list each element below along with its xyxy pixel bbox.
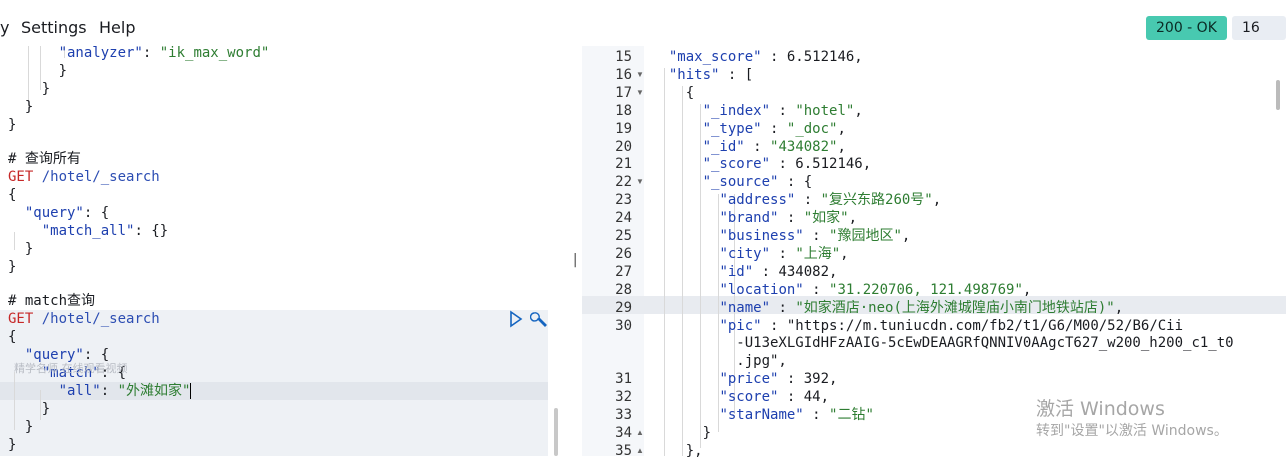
code-line: } bbox=[8, 437, 17, 453]
line-number bbox=[586, 352, 632, 370]
response-line: "pic" : "https://m.tuniucdn.com/fb2/t1/G… bbox=[719, 317, 1184, 334]
code-line: { bbox=[8, 187, 17, 203]
response-line: "name" : "如家酒店·neo(上海外滩城隍庙小南门地铁站店)", bbox=[719, 299, 1124, 316]
line-number: 17 bbox=[615, 84, 632, 101]
line-number: 29 bbox=[615, 299, 632, 316]
response-line: { bbox=[652, 84, 695, 101]
request-line: GET /hotel/_search bbox=[8, 169, 160, 185]
code-line: } bbox=[8, 259, 17, 275]
fold-arrow-down-icon[interactable]: ▼ bbox=[636, 66, 644, 84]
code-line: "analyzer": "ik_max_word" bbox=[58, 46, 270, 61]
response-line: .jpg", bbox=[652, 353, 787, 370]
response-line: -U13eXLGIdHFzAAIG-5cEwDEAAGRfQNNIV0AAgcT… bbox=[652, 335, 1234, 352]
line-number: 23 bbox=[615, 192, 632, 209]
top-toolbar: y Settings Help 200 - OK 16 ms bbox=[0, 0, 1286, 60]
response-line: "location" : "31.220706, 121.498769", bbox=[719, 281, 1032, 298]
response-line: "id" : 434082, bbox=[719, 263, 838, 280]
response-line: } bbox=[652, 424, 712, 441]
line-number: 32 bbox=[615, 389, 632, 406]
request-line: GET /hotel/_search bbox=[8, 311, 160, 327]
line-number: 27 bbox=[615, 263, 632, 280]
line-number: 24 bbox=[615, 210, 632, 227]
request-editor[interactable]: "analyzer": "ik_max_word" } } } } # 查询所有… bbox=[0, 46, 565, 456]
fold-arrow-down-icon[interactable]: ▼ bbox=[636, 84, 644, 102]
line-number: 34 bbox=[615, 424, 632, 441]
fold-arrow-up-icon[interactable]: ▲ bbox=[636, 424, 644, 442]
response-line: "_source" : { bbox=[702, 174, 813, 191]
response-line: }, bbox=[652, 442, 703, 459]
line-number: 31 bbox=[615, 371, 632, 388]
response-line: "_id" : "434082", bbox=[702, 138, 846, 155]
fold-arrow-up-icon[interactable]: ▲ bbox=[636, 442, 644, 460]
fold-arrow-down-icon[interactable]: ▼ bbox=[636, 173, 644, 191]
response-line: "price" : 392, bbox=[719, 371, 838, 388]
line-number: 20 bbox=[615, 138, 632, 155]
line-number: 16 bbox=[615, 66, 632, 83]
code-line: { bbox=[8, 329, 17, 345]
line-number: 35 bbox=[615, 442, 632, 459]
run-request-icon[interactable] bbox=[508, 310, 524, 328]
menu-view[interactable]: y bbox=[0, 18, 9, 37]
response-line: "starName" : "二钻" bbox=[719, 407, 874, 423]
response-line: "_type" : "_doc", bbox=[702, 120, 846, 137]
response-line: "_index" : "hotel", bbox=[702, 102, 863, 119]
code-line: } bbox=[8, 401, 51, 417]
response-line: "score" : 44, bbox=[719, 389, 830, 406]
menu-help[interactable]: Help bbox=[99, 18, 135, 37]
comment-line: # 查询所有 bbox=[8, 151, 81, 167]
line-number: 21 bbox=[615, 156, 632, 173]
wrench-icon[interactable] bbox=[529, 310, 548, 328]
windows-activation-title: 激活 Windows bbox=[1036, 398, 1165, 420]
editor-scrollbar[interactable] bbox=[554, 408, 558, 456]
line-number: 15 bbox=[615, 49, 632, 65]
response-line: "city" : "上海", bbox=[719, 245, 849, 262]
video-watermark: 精学名师 在线观看视频 bbox=[14, 362, 128, 375]
line-number: 28 bbox=[615, 281, 632, 298]
status-badge: 200 - OK bbox=[1146, 16, 1227, 40]
comment-line: # match查询 bbox=[8, 293, 96, 309]
response-line: "address" : "复兴东路260号", bbox=[719, 192, 942, 209]
response-line: "brand" : "如家", bbox=[719, 210, 858, 227]
code-line: "match_all": {} bbox=[41, 223, 169, 239]
code-line: } bbox=[8, 99, 34, 115]
response-line: "max_score" : 6.512146, bbox=[668, 49, 863, 65]
response-line: "business" : "豫园地区", bbox=[719, 228, 911, 244]
line-number: 26 bbox=[615, 245, 632, 262]
line-number: 30 bbox=[615, 317, 632, 334]
code-line: } bbox=[8, 81, 51, 97]
code-line: } bbox=[8, 63, 68, 79]
menu-settings[interactable]: Settings bbox=[21, 18, 87, 37]
line-number: 22 bbox=[615, 174, 632, 191]
response-time-badge: 16 ms bbox=[1232, 16, 1286, 60]
response-line: "hits" : [ bbox=[668, 66, 754, 83]
line-number: 18 bbox=[615, 102, 632, 119]
code-line: } bbox=[8, 419, 34, 435]
line-number: 33 bbox=[615, 407, 632, 423]
line-number bbox=[586, 334, 632, 352]
code-line: "query": { bbox=[24, 205, 110, 221]
line-number: 19 bbox=[615, 120, 632, 137]
code-line: } bbox=[8, 117, 17, 133]
code-line: "all": "外滩如家" bbox=[8, 382, 200, 400]
line-number: 25 bbox=[615, 228, 632, 244]
code-line: } bbox=[8, 241, 34, 257]
windows-activation-subtitle: 转到"设置"以激活 Windows。 bbox=[1036, 423, 1228, 439]
response-scrollbar[interactable] bbox=[1276, 80, 1280, 110]
response-line: "_score" : 6.512146, bbox=[702, 156, 872, 173]
